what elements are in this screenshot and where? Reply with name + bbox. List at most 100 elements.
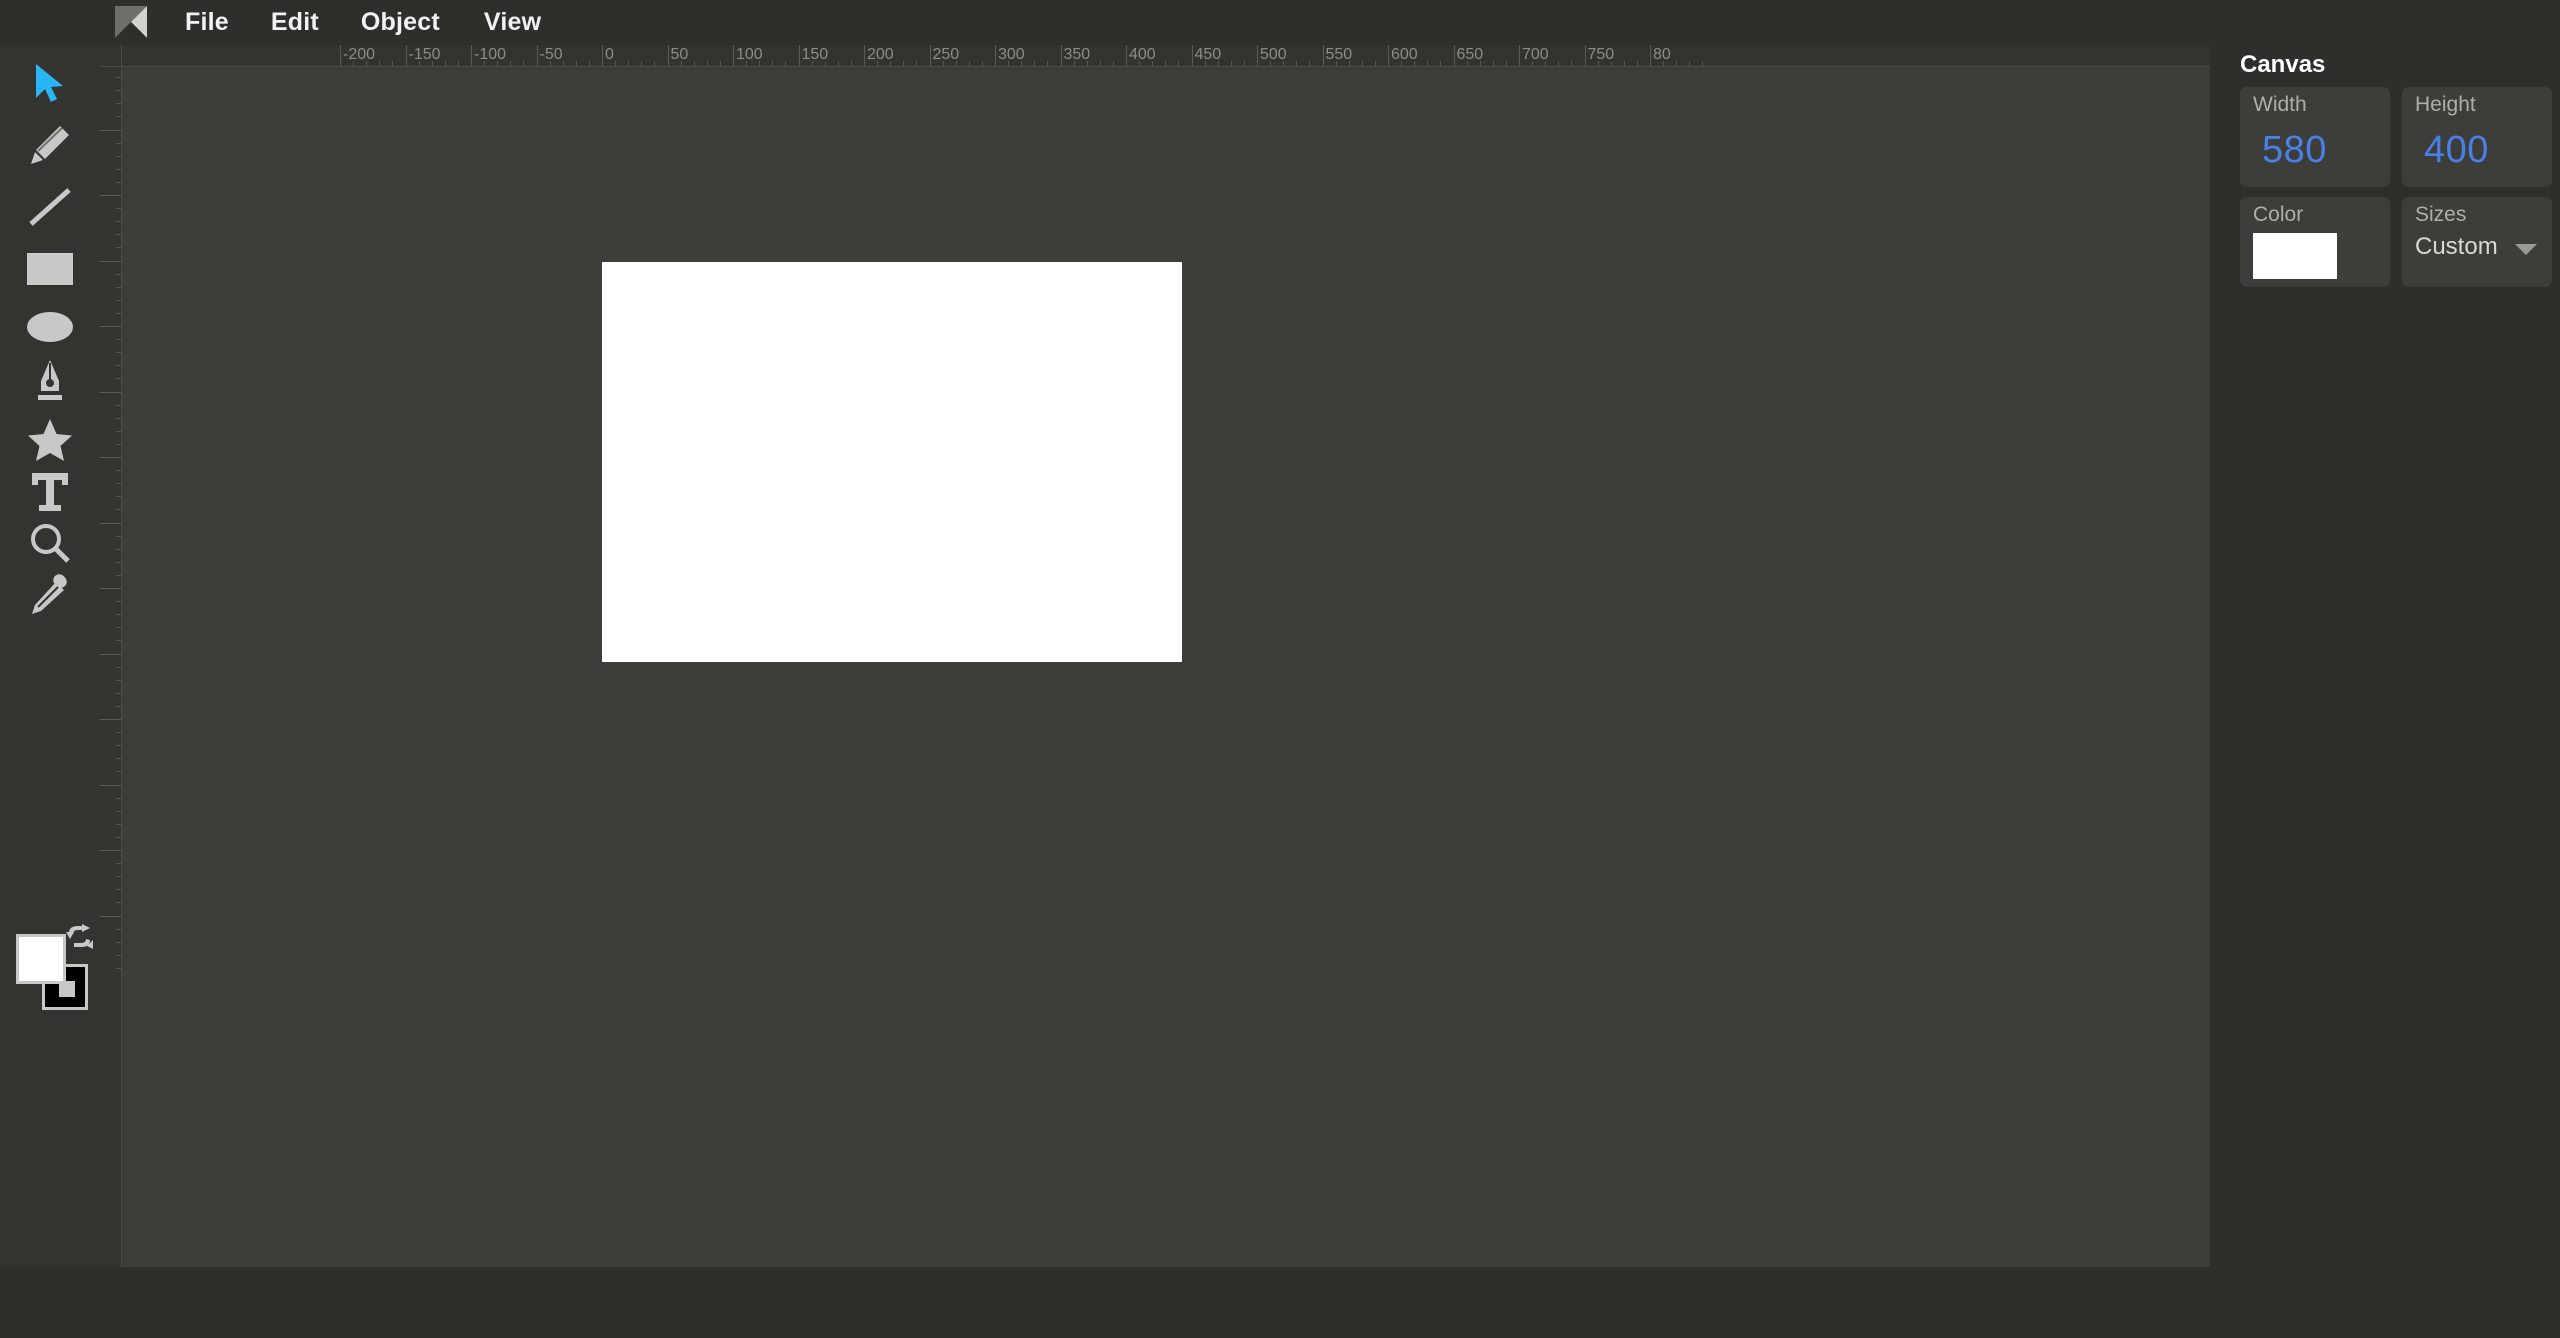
- ruler-tick-minor: [1243, 61, 1245, 66]
- ruler-tick-minor: [1099, 61, 1101, 66]
- ruler-tick-minor: [116, 928, 121, 930]
- canvas-width-value[interactable]: 580: [2262, 129, 2327, 172]
- ruler-tick-minor: [772, 61, 774, 66]
- ruler-label: 0: [605, 46, 614, 63]
- fill-stroke-swatches: [8, 922, 100, 1032]
- ruler-tick-minor: [116, 889, 121, 891]
- ruler-tick-minor: [1296, 61, 1298, 66]
- chevron-down-icon[interactable]: [2515, 244, 2537, 255]
- ruler-tick-minor: [916, 61, 918, 66]
- ruler-tick-minor: [116, 797, 121, 799]
- ruler-tick-minor: [1689, 61, 1691, 66]
- ruler-tick-minor: [1505, 61, 1507, 66]
- ruler-tick-minor: [1361, 61, 1363, 66]
- ruler-horizontal[interactable]: -200 -150 -100 -50 0 50 100 150 200 250 300 350 400 4…: [122, 45, 2210, 67]
- ruler-tick-minor: [628, 61, 630, 66]
- canvas-page[interactable]: [602, 262, 1182, 662]
- ruler-label: -100: [474, 46, 507, 63]
- ruler-tick-minor: [116, 352, 121, 354]
- canvas-height-field[interactable]: Height 400: [2402, 87, 2552, 187]
- ruler-tick-minor: [1676, 61, 1678, 66]
- ruler-tick-minor: [549, 61, 551, 66]
- canvas-color-swatch[interactable]: [2253, 233, 2337, 279]
- ruler-tick-minor: [1466, 61, 1468, 66]
- ruler-tick-minor: [955, 61, 957, 66]
- ruler-tick-minor: [116, 732, 121, 734]
- eyedropper-tool[interactable]: [0, 557, 100, 633]
- ruler-tick-minor: [1217, 61, 1219, 66]
- fill-color-swatch[interactable]: [16, 934, 66, 984]
- ruler-tick-minor: [706, 61, 708, 66]
- ruler-tick-minor: [116, 483, 121, 485]
- ruler-tick-minor: [116, 286, 121, 288]
- ruler-tick-minor: [1702, 61, 1704, 66]
- ruler-tick-minor: [588, 61, 590, 66]
- ruler-tick-major: [798, 45, 800, 66]
- status-bar: 100: [0, 1267, 2560, 1338]
- canvas-height-value[interactable]: 400: [2424, 129, 2489, 172]
- ruler-tick-minor: [116, 404, 121, 406]
- ruler-tick-minor: [116, 823, 121, 825]
- canvas-width-field[interactable]: Width 580: [2240, 87, 2390, 187]
- ruler-tick-minor: [1204, 61, 1206, 66]
- ruler-tick-minor: [1479, 61, 1481, 66]
- ruler-tick-minor: [1663, 61, 1665, 66]
- canvas-color-label: Color: [2253, 203, 2304, 226]
- ruler-tick-minor: [837, 61, 839, 66]
- canvas-color-field[interactable]: Color: [2240, 197, 2390, 287]
- menu-item-edit[interactable]: Edit: [271, 8, 319, 37]
- menu-item-object[interactable]: Object: [361, 8, 440, 37]
- ruler-tick-minor: [693, 61, 695, 66]
- canvas-viewport[interactable]: [122, 67, 2210, 1267]
- ruler-tick-minor: [116, 601, 121, 603]
- ruler-tick-minor: [1139, 61, 1141, 66]
- ruler-tick-minor: [654, 61, 656, 66]
- ruler-tick-major: [536, 45, 538, 66]
- ruler-tick-minor: [746, 61, 748, 66]
- ruler-label: -150: [408, 46, 441, 63]
- ruler-tick-minor: [116, 168, 121, 170]
- ruler-tick-minor: [484, 61, 486, 66]
- ruler-tick-minor: [1165, 61, 1167, 66]
- ruler-tick-major: [1519, 45, 1520, 66]
- ruler-tick-minor: [1112, 61, 1114, 66]
- ruler-tick-minor: [116, 535, 121, 537]
- ruler-tick-minor: [366, 61, 368, 66]
- ruler-tick-minor: [1532, 61, 1534, 66]
- ruler-tick-minor: [850, 61, 852, 66]
- ruler-tick-minor: [562, 61, 564, 66]
- ruler-tick-minor: [116, 679, 121, 681]
- ellipse-icon: [26, 310, 74, 344]
- ruler-tick-major: [667, 45, 669, 66]
- ruler-tick-minor: [392, 61, 394, 66]
- ruler-tick-minor: [680, 61, 682, 66]
- ruler-tick-minor: [1178, 61, 1180, 66]
- ruler-label: 80: [1653, 46, 1671, 63]
- canvas-sizes-field[interactable]: Sizes Custom: [2402, 197, 2552, 287]
- ruler-tick-minor: [116, 470, 121, 472]
- ruler-tick-minor: [116, 77, 121, 79]
- ruler-tick-minor: [890, 61, 892, 66]
- rectangle-icon: [26, 252, 74, 286]
- panel-title: Canvas: [2240, 51, 2326, 78]
- canvas-sizes-value[interactable]: Custom: [2415, 233, 2498, 261]
- ruler-tick-minor: [1440, 61, 1442, 66]
- ruler-tick-minor: [457, 61, 459, 66]
- ruler-vertical[interactable]: -100-50050100150200250300350400450500550: [100, 67, 122, 1267]
- ruler-tick-minor: [353, 61, 355, 66]
- ruler-tick-major: [405, 45, 407, 66]
- ruler-tick-minor: [116, 221, 121, 223]
- ruler-tick-minor: [431, 61, 433, 66]
- ruler-tick-minor: [1427, 61, 1429, 66]
- swap-arrows-icon[interactable]: [66, 924, 94, 950]
- ruler-tick-minor: [116, 339, 121, 341]
- menu-item-file[interactable]: File: [185, 8, 229, 37]
- menu-item-view[interactable]: View: [484, 8, 541, 37]
- ruler-tick-minor: [785, 61, 787, 66]
- cursor-arrow-icon: [33, 62, 67, 104]
- ruler-tick-minor: [1230, 61, 1232, 66]
- ruler-tick-minor: [116, 810, 121, 812]
- ruler-tick-minor: [968, 61, 970, 66]
- ruler-tick-minor: [1086, 61, 1088, 66]
- ruler-tick-minor: [1309, 61, 1311, 66]
